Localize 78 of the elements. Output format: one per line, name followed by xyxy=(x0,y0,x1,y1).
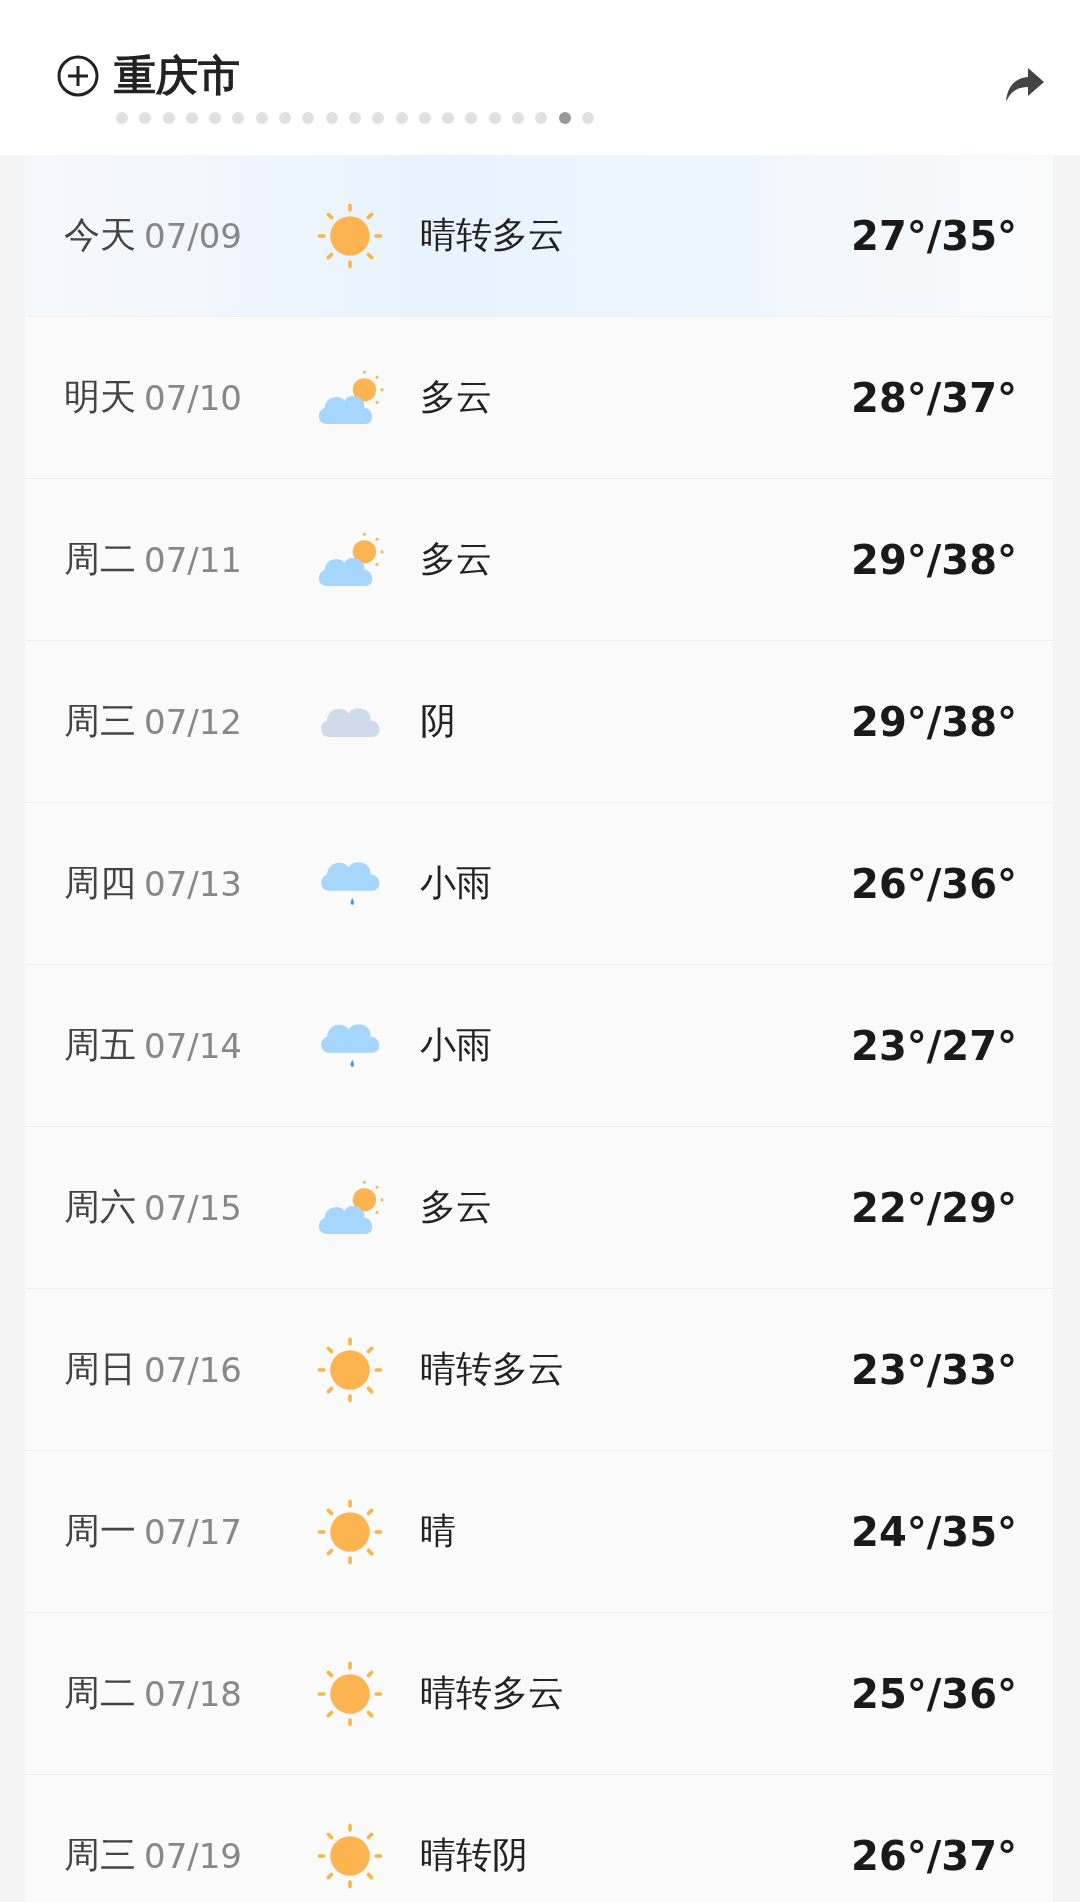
day-label: 周四 xyxy=(64,861,136,905)
date-label: 07/15 xyxy=(144,1187,243,1228)
condition-label: 阴 xyxy=(420,699,456,743)
temperature-range: 24°/35° xyxy=(851,1508,1017,1555)
page-dot[interactable] xyxy=(116,112,128,124)
temperature-range: 23°/27° xyxy=(851,1022,1017,1069)
page-dot[interactable] xyxy=(255,112,268,124)
condition-label: 多云 xyxy=(420,1185,492,1229)
page-dot[interactable] xyxy=(442,112,455,124)
page-dot[interactable] xyxy=(372,112,385,124)
date-label: 07/12 xyxy=(144,701,243,742)
condition-label: 晴转阴 xyxy=(420,1833,528,1877)
page-dot[interactable] xyxy=(418,112,431,124)
page-dot[interactable] xyxy=(185,112,198,124)
page-dot[interactable] xyxy=(209,112,222,124)
condition-label: 晴转多云 xyxy=(420,213,564,257)
page-dot[interactable] xyxy=(512,112,525,124)
date-label: 07/16 xyxy=(144,1349,243,1390)
day-label: 周五 xyxy=(64,1023,136,1067)
page-dot[interactable] xyxy=(139,112,152,124)
temperature-range: 28°/37° xyxy=(851,374,1017,421)
page-dot[interactable] xyxy=(488,112,501,124)
date-label: 07/10 xyxy=(144,377,243,418)
forecast-row[interactable]: 周日 07/16 晴转多云 23°/33° xyxy=(25,1289,1053,1451)
condition-label: 小雨 xyxy=(420,1023,492,1067)
temperature-range: 23°/33° xyxy=(851,1346,1017,1393)
forecast-row[interactable]: 今天 07/09 晴转多云 27°/35° xyxy=(25,155,1053,317)
page-dot[interactable] xyxy=(581,112,594,124)
day-label: 周二 xyxy=(64,537,136,581)
forecast-row[interactable]: 周三 07/19 晴转阴 26°/37° xyxy=(25,1775,1053,1902)
forecast-row[interactable]: 周四 07/13 小雨 26°/36° xyxy=(25,803,1053,965)
temperature-range: 27°/35° xyxy=(851,212,1017,259)
day-label: 周三 xyxy=(64,699,136,743)
forecast-row[interactable]: 周二 07/18 晴转多云 25°/36° xyxy=(25,1613,1053,1775)
condition-label: 晴转多云 xyxy=(420,1347,564,1391)
page-dot[interactable] xyxy=(465,112,478,124)
date-label: 07/19 xyxy=(144,1835,243,1876)
condition-label: 晴转多云 xyxy=(420,1671,564,1715)
temperature-range: 22°/29° xyxy=(851,1184,1017,1231)
date-label: 07/09 xyxy=(144,215,243,256)
forecast-row[interactable]: 周三 07/12 阴 29°/38° xyxy=(25,641,1053,803)
page-dot[interactable] xyxy=(232,112,245,124)
day-label: 周日 xyxy=(64,1347,136,1391)
city-name: 重庆市 xyxy=(114,50,240,102)
page-dot[interactable] xyxy=(395,112,408,124)
page-dot[interactable] xyxy=(348,112,361,124)
condition-label: 晴 xyxy=(420,1509,456,1553)
temperature-range: 29°/38° xyxy=(851,536,1017,583)
day-label: 周三 xyxy=(64,1833,136,1877)
date-label: 07/13 xyxy=(144,863,243,904)
page-dot[interactable] xyxy=(535,112,548,124)
temperature-range: 29°/38° xyxy=(851,698,1017,745)
page-dot[interactable] xyxy=(302,112,315,124)
temperature-range: 26°/37° xyxy=(851,1832,1017,1879)
forecast-row[interactable]: 明天 07/10 多云 28°/37° xyxy=(25,317,1053,479)
condition-label: 多云 xyxy=(420,375,492,419)
condition-label: 小雨 xyxy=(420,861,492,905)
temperature-range: 25°/36° xyxy=(851,1670,1017,1717)
day-label: 周二 xyxy=(64,1671,136,1715)
forecast-row[interactable]: 周一 07/17 晴 24°/35° xyxy=(25,1451,1053,1613)
temperature-range: 26°/36° xyxy=(851,860,1017,907)
page-dot[interactable] xyxy=(558,112,571,124)
day-label: 周六 xyxy=(64,1185,136,1229)
forecast-row[interactable]: 周六 07/15 多云 22°/29° xyxy=(25,1127,1053,1289)
forecast-row[interactable]: 周五 07/14 小雨 23°/27° xyxy=(25,965,1053,1127)
page-dot[interactable] xyxy=(325,112,338,124)
day-label: 周一 xyxy=(64,1509,136,1553)
condition-label: 多云 xyxy=(420,537,492,581)
day-label: 明天 xyxy=(64,375,136,419)
page-dot[interactable] xyxy=(279,112,292,124)
date-label: 07/17 xyxy=(144,1511,243,1552)
page-dot[interactable] xyxy=(162,112,175,124)
date-label: 07/14 xyxy=(144,1025,243,1066)
date-label: 07/11 xyxy=(144,539,243,580)
add-icon[interactable] xyxy=(56,54,100,98)
date-label: 07/18 xyxy=(144,1673,243,1714)
day-label: 今天 xyxy=(64,213,136,257)
forecast-row[interactable]: 周二 07/11 多云 29°/38° xyxy=(25,479,1053,641)
